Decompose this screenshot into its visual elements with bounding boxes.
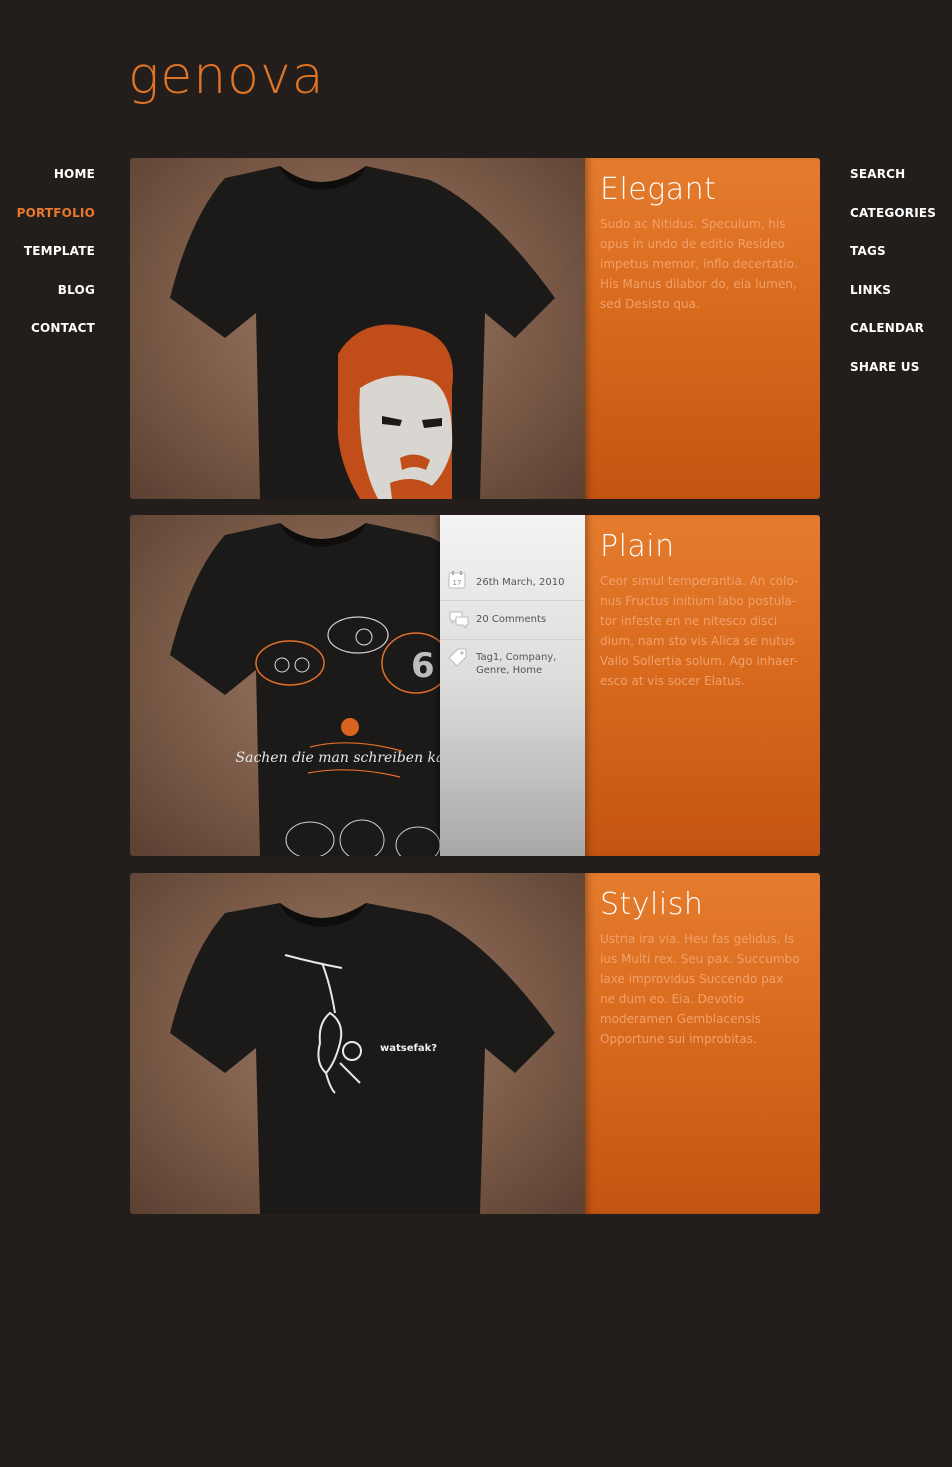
print-text: watsefak?: [380, 1043, 437, 1054]
post-tags[interactable]: Tag1, Company, Genre, Home: [476, 651, 580, 677]
post-comments[interactable]: 20 Comments: [476, 613, 580, 626]
card-title[interactable]: Stylish: [600, 887, 703, 922]
nav-home[interactable]: HOME: [0, 158, 95, 197]
nav-blog[interactable]: BLOG: [0, 274, 95, 313]
card-info-panel: Elegant Sudo ac Nitidus. Speculum, his o…: [585, 158, 820, 499]
portfolio-card-stylish[interactable]: watsefak? Stylish Ustria ira via. Heu fa…: [130, 873, 820, 1214]
comments-icon: [449, 611, 469, 630]
post-meta-panel: 17 26th March, 2010 20 Comments Tag1, Co…: [440, 515, 585, 856]
tag-icon: [448, 648, 467, 667]
calendar-icon: 17: [448, 571, 466, 589]
card-title[interactable]: Elegant: [600, 172, 716, 207]
site-logo[interactable]: genova: [128, 46, 325, 106]
nav-search[interactable]: SEARCH: [850, 158, 950, 197]
card-description: Ustria ira via. Heu fas gelidus. Is ius …: [600, 932, 800, 1046]
tshirt-illustration: watsefak?: [170, 903, 555, 1214]
nav-categories[interactable]: CATEGORIES: [850, 197, 950, 236]
nav-template[interactable]: TEMPLATE: [0, 235, 95, 274]
nav-contact[interactable]: CONTACT: [0, 312, 95, 351]
portfolio-card-elegant[interactable]: Elegant Sudo ac Nitidus. Speculum, his o…: [130, 158, 820, 499]
tshirt-face-image[interactable]: [130, 158, 585, 499]
card-description: Sudo ac Nitidus. Speculum, his opus in u…: [600, 217, 798, 311]
tshirt-monkey-image[interactable]: watsefak?: [130, 873, 585, 1214]
card-description: Ceor simul temperantia. An colo-nus Fruc…: [600, 574, 799, 688]
card-info-panel: Stylish Ustria ira via. Heu fas gelidus.…: [585, 873, 820, 1214]
print-handwriting: Sachen die man schreiben kann !: [236, 750, 473, 766]
main-navigation: HOME PORTFOLIO TEMPLATE BLOG CONTACT: [0, 158, 95, 351]
post-comments-row[interactable]: 20 Comments: [440, 601, 585, 640]
secondary-navigation: SEARCH CATEGORIES TAGS LINKS CALENDAR SH…: [850, 158, 950, 389]
post-date-row: 17 26th March, 2010: [440, 565, 585, 601]
nav-share-us[interactable]: SHARE US: [850, 351, 950, 390]
tshirt-illustration: [170, 166, 555, 499]
nav-calendar[interactable]: CALENDAR: [850, 312, 950, 351]
nav-tags[interactable]: TAGS: [850, 235, 950, 274]
nav-links[interactable]: LINKS: [850, 274, 950, 313]
post-date: 26th March, 2010: [476, 577, 565, 588]
calendar-day: 17: [453, 579, 462, 587]
card-info-panel: Plain Ceor simul temperantia. An colo-nu…: [585, 515, 820, 856]
post-tags-row: Tag1, Company, Genre, Home: [440, 640, 585, 690]
portfolio-card-plain[interactable]: 6 Sachen die man schreiben kann ! 17 26t…: [130, 515, 820, 856]
card-title[interactable]: Plain: [600, 529, 675, 564]
nav-portfolio[interactable]: PORTFOLIO: [0, 197, 95, 236]
print-number: 6: [411, 646, 435, 686]
